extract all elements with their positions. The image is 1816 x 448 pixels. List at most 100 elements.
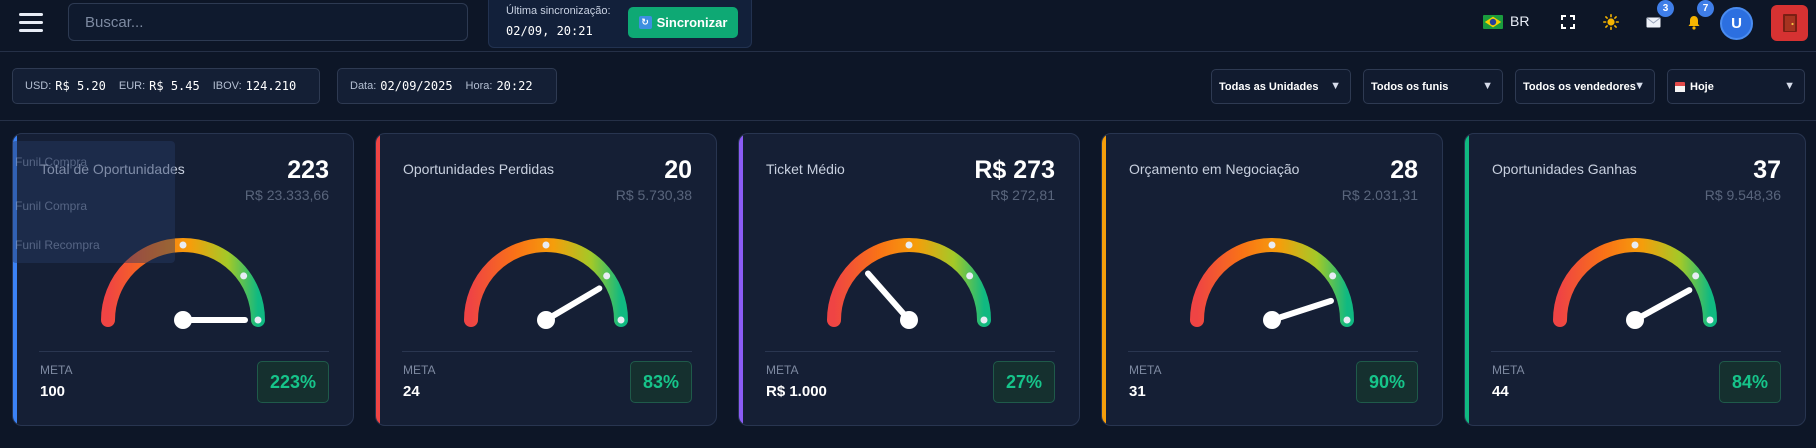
time-label: Hora: bbox=[465, 80, 493, 92]
door-icon bbox=[1782, 14, 1797, 32]
card-accent bbox=[1102, 134, 1106, 425]
card-subvalue: R$ 5.730,38 bbox=[615, 187, 692, 203]
language-selector[interactable]: BR bbox=[1510, 13, 1529, 29]
top-bar: Última sincronização: 02/09, 20:21 ↻ Sin… bbox=[0, 0, 1816, 52]
meta-value: 44 bbox=[1492, 383, 1509, 400]
eur-value: R$ 5.45 bbox=[149, 79, 200, 93]
meta-value: R$ 1.000 bbox=[766, 383, 827, 400]
kpi-card[interactable]: Ticket Médio R$ 273 R$ 272,81 META R$ 1.000 2… bbox=[738, 133, 1080, 426]
time-value: 20:22 bbox=[496, 79, 533, 93]
meta-value: 31 bbox=[1129, 383, 1146, 400]
card-divider bbox=[1128, 351, 1418, 352]
meta-label: META bbox=[403, 363, 436, 377]
card-value: 37 bbox=[1753, 156, 1781, 184]
ibov-label: IBOV: bbox=[212, 80, 242, 92]
gauge-arc bbox=[1190, 238, 1354, 327]
chevron-down-icon: ▼ bbox=[1634, 80, 1645, 92]
card-title: Oportunidades Ganhas bbox=[1492, 161, 1637, 177]
card-divider bbox=[765, 351, 1055, 352]
user-avatar[interactable]: U bbox=[1720, 7, 1753, 40]
gauge-chart bbox=[827, 238, 991, 329]
funnel-menu-item[interactable]: Funil Compra bbox=[15, 155, 87, 169]
menu-icon[interactable] bbox=[19, 13, 43, 33]
kpi-card[interactable]: Orçamento em Negociação 28 R$ 2.031,31 META… bbox=[1101, 133, 1443, 426]
sellers-filter-value: Todos os vendedores bbox=[1523, 80, 1636, 93]
sync-button[interactable]: ↻ Sincronizar bbox=[628, 7, 738, 38]
card-divider bbox=[39, 351, 329, 352]
period-filter-value: Hoje bbox=[1690, 80, 1714, 93]
sync-time: 02/09, 20:21 bbox=[506, 24, 593, 38]
card-accent bbox=[376, 134, 380, 425]
percent-badge: 84% bbox=[1718, 361, 1781, 403]
kpi-card[interactable]: Oportunidades Ganhas 37 R$ 9.548,36 META 44 8… bbox=[1464, 133, 1806, 426]
units-filter-value: Todas as Unidades bbox=[1219, 80, 1319, 93]
gauge-chart bbox=[464, 238, 628, 329]
gauge-needle bbox=[1632, 287, 1693, 323]
date-label: Data: bbox=[350, 80, 377, 92]
gauge-tick bbox=[1692, 272, 1700, 280]
refresh-icon: ↻ bbox=[638, 16, 652, 29]
fullscreen-icon[interactable] bbox=[1556, 10, 1580, 34]
gauge-tick bbox=[603, 272, 611, 280]
sync-panel: Última sincronização: 02/09, 20:21 ↻ Sin… bbox=[488, 0, 752, 48]
card-value: 223 bbox=[287, 156, 329, 184]
kpi-card[interactable]: Oportunidades Perdidas 20 R$ 5.730,38 META 2… bbox=[375, 133, 717, 426]
card-value: 28 bbox=[1390, 156, 1418, 184]
meta-value: 24 bbox=[403, 383, 420, 400]
gauge-needle bbox=[1269, 297, 1334, 323]
gauge-chart bbox=[1553, 238, 1717, 329]
period-filter[interactable]: Hoje ▼ bbox=[1667, 69, 1805, 104]
gauge-chart bbox=[1190, 238, 1354, 329]
percent-badge: 27% bbox=[992, 361, 1055, 403]
gauge-tick bbox=[240, 272, 248, 280]
gauge-tick bbox=[966, 272, 974, 280]
eur-label: EUR: bbox=[118, 80, 146, 92]
meta-label: META bbox=[1492, 363, 1525, 377]
funnel-filter[interactable]: Todos os funis ▼ bbox=[1363, 69, 1503, 104]
market-ticker: USD: R$ 5.20 EUR: R$ 5.45 IBOV: 124.210 bbox=[12, 68, 320, 104]
usd-value: R$ 5.20 bbox=[55, 79, 106, 93]
card-subvalue: R$ 9.548,36 bbox=[1704, 187, 1781, 203]
gauge-tick bbox=[1706, 316, 1714, 324]
gauge-hub bbox=[1626, 311, 1644, 329]
percent-badge: 90% bbox=[1355, 361, 1418, 403]
logout-button[interactable] bbox=[1771, 5, 1808, 41]
search-input[interactable] bbox=[68, 3, 468, 41]
funnel-menu-item[interactable]: Funil Recompra bbox=[15, 238, 100, 252]
mail-badge: 3 bbox=[1657, 0, 1674, 17]
meta-label: META bbox=[1129, 363, 1162, 377]
meta-value: 100 bbox=[40, 383, 66, 400]
gauge-tick bbox=[1343, 316, 1351, 324]
gauge-tick bbox=[1631, 241, 1639, 249]
date-value: 02/09/2025 bbox=[380, 79, 453, 93]
gauge-tick bbox=[980, 316, 988, 324]
funnel-menu-item[interactable]: Funil Compra bbox=[15, 199, 87, 213]
percent-badge: 223% bbox=[256, 361, 329, 403]
card-subvalue: R$ 2.031,31 bbox=[1341, 187, 1418, 203]
gauge-hub bbox=[900, 311, 918, 329]
sun-icon[interactable] bbox=[1599, 10, 1623, 34]
chevron-down-icon: ▼ bbox=[1330, 80, 1341, 92]
card-title: Orçamento em Negociação bbox=[1129, 161, 1300, 177]
percent-badge: 83% bbox=[629, 361, 692, 403]
card-value: 20 bbox=[664, 156, 692, 184]
ibov-value: 124.210 bbox=[245, 79, 297, 93]
gauge-tick bbox=[254, 316, 262, 324]
notifications-badge: 7 bbox=[1697, 0, 1714, 17]
chevron-down-icon: ▼ bbox=[1482, 80, 1493, 92]
gauge-tick bbox=[542, 241, 550, 249]
brazil-flag-icon bbox=[1483, 15, 1503, 29]
units-filter[interactable]: Todas as Unidades ▼ bbox=[1211, 69, 1351, 104]
gauge-arc bbox=[1553, 238, 1717, 327]
card-accent bbox=[739, 134, 743, 425]
sync-title: Última sincronização: bbox=[506, 5, 611, 17]
card-title: Ticket Médio bbox=[766, 161, 845, 177]
calendar-icon bbox=[1675, 81, 1685, 92]
sellers-filter[interactable]: Todos os vendedores ▼ bbox=[1515, 69, 1655, 104]
sync-button-label: Sincronizar bbox=[656, 15, 728, 30]
gauge-hub bbox=[537, 311, 555, 329]
gauge-arc bbox=[827, 238, 991, 327]
card-divider bbox=[402, 351, 692, 352]
card-divider bbox=[1491, 351, 1781, 352]
meta-label: META bbox=[40, 363, 73, 377]
